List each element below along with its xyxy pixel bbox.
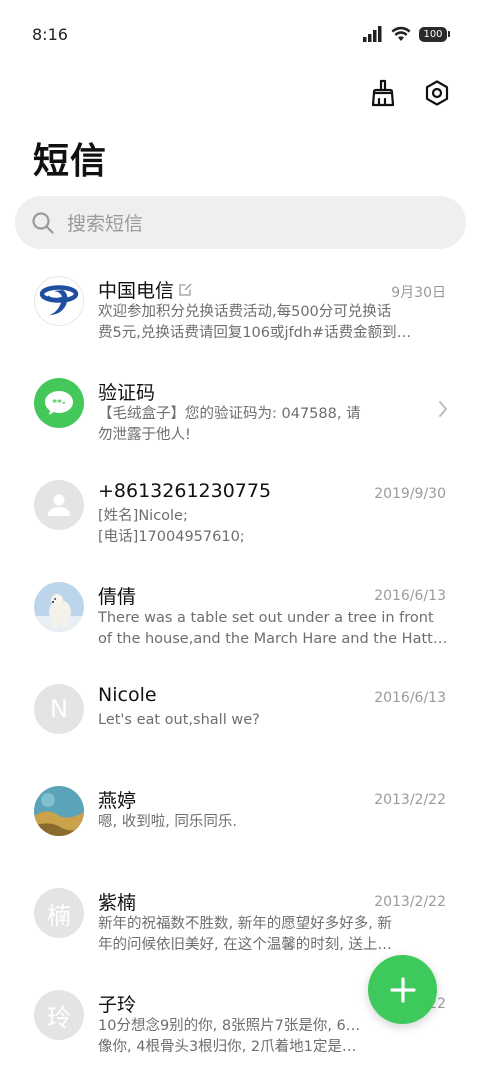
broom-icon (371, 79, 395, 107)
wifi-icon (391, 26, 411, 41)
preview-line: Let's eat out,shall we? (98, 712, 260, 728)
message-preview: 【毛绒盒子】您的验证码为: 047588, 请 勿泄露于他人! (98, 404, 398, 446)
preview-line: [电话]17004957610; (98, 529, 245, 545)
preview-line: 【毛绒盒子】您的验证码为: 047588, 请 (98, 406, 361, 422)
contact-name-text: 中国电信 (98, 280, 175, 302)
message-preview: Let's eat out,shall we? (98, 710, 448, 731)
settings-button[interactable] (420, 76, 454, 110)
search-icon (31, 210, 57, 236)
status-time: 8:16 (32, 25, 68, 44)
preview-line: [姓名]Nicole; (98, 508, 188, 524)
avatar-letter: N (34, 684, 84, 734)
message-preview: 欢迎参加积分兑换话费活动,每500分可兑换话 费5元,兑换话费请回复106或jf… (98, 302, 448, 344)
status-icons: 100 (363, 25, 450, 43)
landscape-photo (34, 786, 84, 836)
contact-name: 中国电信 (98, 276, 193, 303)
page-title: 短信 (33, 141, 108, 182)
battery-level: 100 (419, 26, 447, 42)
clean-button[interactable] (366, 76, 400, 110)
message-preview: There was a table set out under a tree i… (98, 608, 448, 650)
sms-code-icon: **- (34, 378, 84, 428)
contact-name: 验证码 (98, 382, 156, 404)
contact-name: 子玲 (98, 994, 137, 1016)
chevron-right-icon (439, 401, 448, 417)
preview-line: of the house,and the March Hare and the … (98, 631, 448, 647)
contact-name: Nicole (98, 684, 157, 706)
preview-line: 欢迎参加积分兑换话费活动,每500分可兑换话 (98, 304, 392, 320)
battery-indicator: 100 (419, 26, 450, 42)
message-preview: [姓名]Nicole; [电话]17004957610; (98, 506, 448, 548)
conversation-date: 2013/2/22 (374, 894, 446, 910)
contact-name: +8613261230775 (98, 480, 272, 502)
conversation-item[interactable]: **- 验证码 【毛绒盒子】您的验证码为: 047588, 请 勿泄露于他人! (0, 364, 480, 466)
avatar-letter: 楠 (34, 888, 84, 938)
new-message-button[interactable] (368, 955, 437, 1024)
person-icon (34, 480, 84, 530)
preview-line: 新年的祝福数不胜数, 新年的愿望好多好多, 新 (98, 916, 392, 932)
plus-icon (389, 976, 416, 1003)
conversation-date: 2013/2/22 (374, 792, 446, 808)
conversation-item[interactable]: 燕婷 2013/2/22 嗯, 收到啦, 同乐同乐. (0, 772, 480, 874)
conversation-item[interactable]: +8613261230775 2019/9/30 [姓名]Nicole; [电话… (0, 466, 480, 568)
search-placeholder: 搜索短信 (67, 213, 144, 235)
conversation-date: 9月30日 (391, 285, 446, 301)
preview-line: 嗯, 收到啦, 同乐同乐. (98, 814, 238, 830)
preview-line: 勿泄露于他人! (98, 427, 191, 443)
message-preview: 嗯, 收到啦, 同乐同乐. (98, 812, 448, 833)
conversation-item[interactable]: 倩倩 2016/6/13 There was a table set out u… (0, 568, 480, 670)
status-bar: 8:16 100 (0, 0, 480, 70)
conversation-item[interactable]: 中国电信 9月30日 欢迎参加积分兑换话费活动,每500分可兑换话 费5元,兑换… (0, 262, 480, 364)
conversation-date: 2019/9/30 (374, 486, 446, 502)
contact-name: 紫楠 (98, 892, 137, 914)
signal-icon (363, 26, 382, 42)
svg-text:**-: **- (52, 399, 65, 409)
preview-line: 费5元,兑换话费请回复106或jfdh#话费金额到… (98, 325, 412, 341)
edit-icon (179, 283, 192, 296)
top-actions (366, 76, 454, 110)
preview-line: 年的问候依旧美好, 在这个温馨的时刻, 送上… (98, 937, 392, 953)
contact-name: 倩倩 (98, 586, 137, 608)
settings-hexagon-icon (425, 80, 449, 106)
avatar-letter: 玲 (34, 990, 84, 1040)
conversation-date: 2016/6/13 (374, 690, 446, 706)
contact-name: 燕婷 (98, 790, 137, 812)
polar-bear-photo (34, 582, 84, 632)
search-bar[interactable]: 搜索短信 (15, 196, 466, 249)
preview-line: 像你, 4根骨头3根归你, 2爪着地1定是… (98, 1039, 357, 1055)
message-preview: 新年的祝福数不胜数, 新年的愿望好多好多, 新 年的问候依旧美好, 在这个温馨的… (98, 914, 448, 956)
conversation-date: 2016/6/13 (374, 588, 446, 604)
preview-line: There was a table set out under a tree i… (98, 610, 434, 626)
china-telecom-logo (34, 276, 84, 326)
conversation-item[interactable]: N Nicole 2016/6/13 Let's eat out,shall w… (0, 670, 480, 772)
